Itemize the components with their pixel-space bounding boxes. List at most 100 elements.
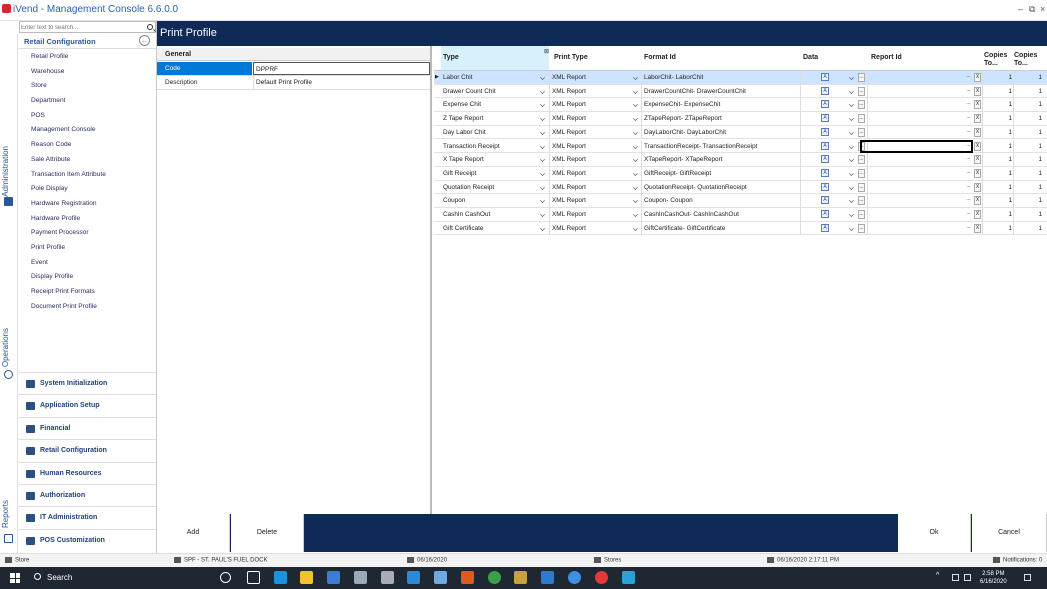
report-clear-button[interactable]: X xyxy=(974,223,981,233)
report-clear-button[interactable]: X xyxy=(974,168,981,178)
copies-1-cell[interactable]: 1 xyxy=(984,222,1012,236)
print-type-cell[interactable]: XML Report xyxy=(552,167,632,181)
data-format-icon[interactable]: A xyxy=(821,210,829,218)
copies-2-cell[interactable]: 1 xyxy=(1015,112,1042,126)
app-icon-5[interactable] xyxy=(461,571,474,584)
ok-button[interactable]: Ok xyxy=(898,514,971,552)
nav-item-pole-display[interactable]: Pole Display xyxy=(19,182,156,197)
data-format-icon[interactable]: A xyxy=(821,168,829,177)
app-icon-7[interactable] xyxy=(541,571,554,584)
col-report-id[interactable]: Report Id xyxy=(871,46,902,71)
type-dropdown-icon[interactable] xyxy=(540,88,545,94)
data-ellipsis-button[interactable]: ... xyxy=(858,86,865,96)
delete-button[interactable]: Delete xyxy=(231,514,304,552)
data-dropdown-icon[interactable] xyxy=(849,212,854,217)
copies-2-cell[interactable]: 1 xyxy=(1015,194,1042,208)
data-format-icon[interactable]: A xyxy=(821,127,829,136)
nav-item-department[interactable]: Department xyxy=(19,94,156,109)
print-type-cell[interactable]: XML Report xyxy=(552,181,632,195)
format-id-cell[interactable]: DayLaborChit- DayLaborChit xyxy=(644,126,799,140)
data-dropdown-icon[interactable] xyxy=(849,184,854,190)
nav-item-hardware-registration[interactable]: Hardware Registration xyxy=(19,197,156,212)
copies-2-cell[interactable]: 1 xyxy=(1015,181,1042,195)
format-id-cell[interactable]: DrawerCountChit- DrawerCountChit xyxy=(644,85,799,99)
print-type-cell[interactable]: XML Report xyxy=(552,112,632,126)
copies-1-cell[interactable]: 1 xyxy=(984,98,1012,112)
type-cell[interactable]: Expense Chit xyxy=(443,98,543,112)
format-id-cell[interactable]: LaborChit- LaborChit xyxy=(644,71,799,85)
data-dropdown-icon[interactable] xyxy=(849,116,854,122)
action-center-icon[interactable] xyxy=(1024,574,1031,581)
nav-item-store[interactable]: Store xyxy=(19,79,156,94)
data-ellipsis-button[interactable]: ... xyxy=(858,210,865,219)
report-clear-button[interactable]: X xyxy=(974,86,981,96)
format-id-cell[interactable]: CashInCashOut- CashInCashOut xyxy=(644,208,799,222)
copies-2-cell[interactable]: 1 xyxy=(1015,208,1042,222)
data-format-icon[interactable]: A xyxy=(821,155,829,164)
print-type-cell[interactable]: XML Report xyxy=(552,71,632,85)
print-type-cell[interactable]: XML Report xyxy=(552,153,632,167)
group-pos-customization[interactable]: POS Customization xyxy=(19,528,156,551)
report-ellipsis-button[interactable]: ... xyxy=(965,183,972,192)
report-ellipsis-button[interactable]: ... xyxy=(965,196,972,205)
nav-item-document-print-profile[interactable]: Document Print Profile xyxy=(19,300,156,315)
print-type-cell[interactable]: XML Report xyxy=(552,98,632,112)
copies-2-cell[interactable]: 1 xyxy=(1015,167,1042,181)
table-row[interactable]: CashIn CashOut XML Report CashInCashOut- C… xyxy=(434,208,1047,222)
table-row[interactable]: Gift Certificate XML Report GiftCertificat… xyxy=(434,221,1047,236)
group-application-setup[interactable]: Application Setup xyxy=(19,394,156,416)
type-dropdown-icon[interactable] xyxy=(540,212,545,217)
print-type-cell[interactable]: XML Report xyxy=(552,140,632,154)
print-type-dropdown-icon[interactable] xyxy=(633,170,638,176)
type-dropdown-icon[interactable] xyxy=(540,75,545,80)
search-icon[interactable] xyxy=(147,24,153,30)
chrome-icon[interactable] xyxy=(488,571,501,584)
tab-operations[interactable]: Operations xyxy=(1,328,10,367)
data-ellipsis-button[interactable]: ... xyxy=(858,100,865,110)
type-dropdown-icon[interactable] xyxy=(540,143,545,149)
report-clear-button[interactable]: X xyxy=(974,182,981,192)
task-view-icon[interactable] xyxy=(247,571,260,584)
app-icon-9[interactable] xyxy=(622,571,635,584)
data-dropdown-icon[interactable] xyxy=(849,157,854,163)
copies-1-cell[interactable]: 1 xyxy=(984,194,1012,208)
app-icon-1[interactable] xyxy=(354,571,367,584)
windows-start-icon[interactable] xyxy=(10,573,20,583)
print-type-dropdown-icon[interactable] xyxy=(633,88,638,94)
copies-2-cell[interactable]: 1 xyxy=(1015,126,1042,140)
cancel-button[interactable]: Cancel xyxy=(972,514,1047,552)
report-clear-button[interactable]: X xyxy=(974,100,981,110)
nav-item-display-profile[interactable]: Display Profile xyxy=(19,270,156,285)
back-arrow-icon[interactable]: ← xyxy=(139,35,150,46)
search-input[interactable] xyxy=(21,23,145,32)
status-notifications[interactable]: Notifications: 0 xyxy=(993,557,1042,564)
col-format-id[interactable]: Format Id xyxy=(644,46,676,71)
app-icon-3[interactable] xyxy=(407,571,420,584)
table-row[interactable]: Coupon XML Report Coupon- Coupon A...... X 1 1 xyxy=(434,194,1047,208)
copies-1-cell[interactable]: 1 xyxy=(984,153,1012,167)
format-id-cell[interactable]: ZTapeReport- ZTapeReport xyxy=(644,112,799,126)
type-cell[interactable]: Coupon xyxy=(443,194,543,208)
copies-2-cell[interactable]: 1 xyxy=(1015,71,1042,85)
col-copies-1[interactable]: Copies To... xyxy=(984,46,1012,71)
table-row[interactable]: Drawer Count Chit XML Report DrawerCountCh… xyxy=(434,84,1047,99)
format-id-cell[interactable]: TransactionReceipt- TransactionReceipt xyxy=(644,140,799,154)
network-icon[interactable] xyxy=(952,574,959,581)
format-id-cell[interactable]: GiftReceipt- GiftReceipt xyxy=(644,167,799,181)
tab-reports[interactable]: Reports xyxy=(1,500,10,528)
data-format-icon[interactable]: A xyxy=(821,86,829,95)
type-dropdown-icon[interactable] xyxy=(540,184,545,190)
type-cell[interactable]: Gift Certificate xyxy=(443,222,543,236)
type-cell[interactable]: Transaction Receipt xyxy=(443,140,543,154)
data-dropdown-icon[interactable] xyxy=(849,129,854,135)
copies-1-cell[interactable]: 1 xyxy=(984,71,1012,85)
nav-item-sale-attribute[interactable]: Sale Attribute xyxy=(19,153,156,168)
data-dropdown-icon[interactable] xyxy=(849,225,854,231)
type-cell[interactable]: Day Labor Chit xyxy=(443,126,543,140)
print-type-dropdown-icon[interactable] xyxy=(633,116,638,122)
format-id-cell[interactable]: QuotationReceipt- QuotationReceipt xyxy=(644,181,799,195)
data-format-icon[interactable]: A xyxy=(821,196,829,205)
app-icon-8[interactable] xyxy=(568,571,581,584)
close-button[interactable]: × xyxy=(1040,4,1045,14)
edge-icon[interactable] xyxy=(274,571,287,584)
